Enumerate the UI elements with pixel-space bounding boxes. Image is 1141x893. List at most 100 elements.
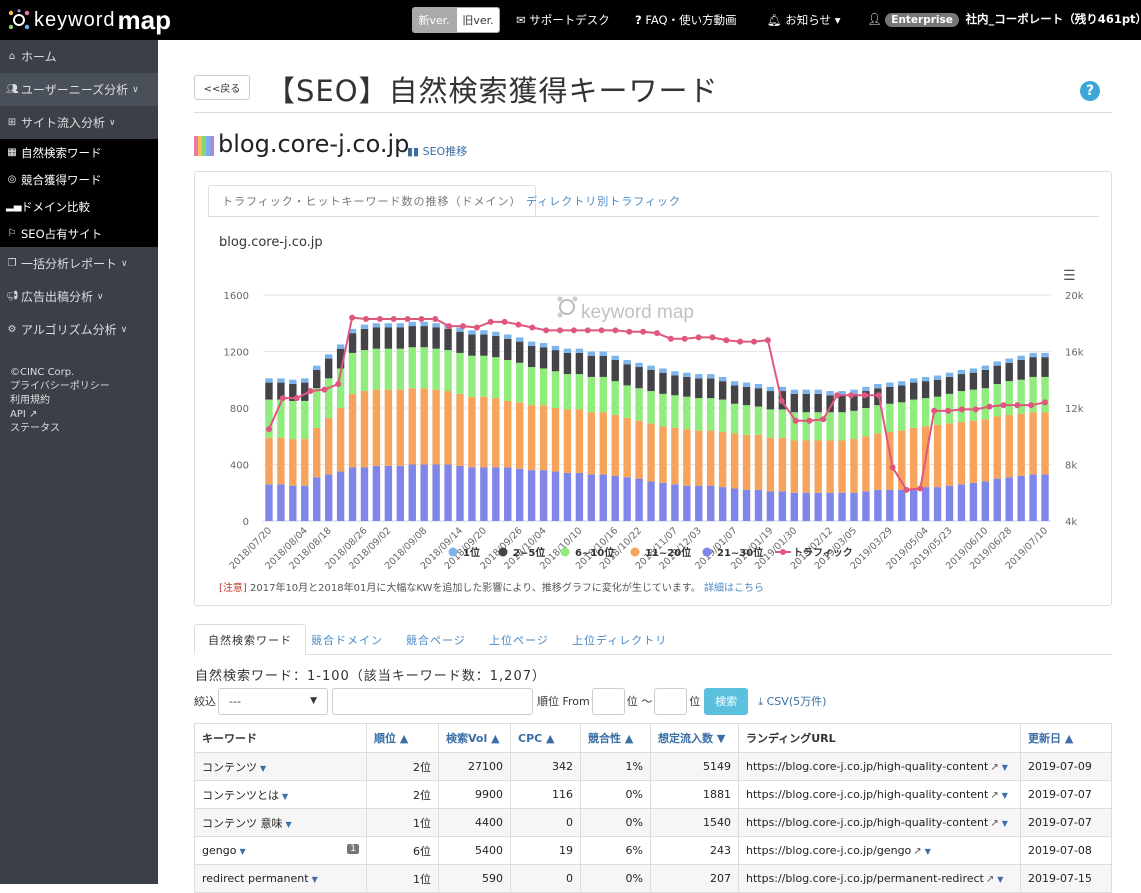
bar-segment [635, 420, 643, 479]
rank-to-input[interactable] [654, 687, 688, 715]
landing-url-cell[interactable]: https://blog.core-j.co.jp/gengo ↗ ▼ [738, 836, 1021, 865]
legend-label: 6~10位 [575, 546, 614, 559]
bar-segment [1005, 381, 1013, 416]
tab-top-pages[interactable]: 上位ページ [476, 624, 562, 655]
traffic-point [293, 395, 300, 402]
sidebar-subitem-organic-keywords[interactable]: ▦ 自然検索ワード [0, 139, 158, 166]
sidebar-subitem-competitor-keywords[interactable]: ◎ 競合獲得ワード [0, 166, 158, 193]
caret-down-icon[interactable]: ▼ [925, 847, 931, 856]
keyword-cell[interactable]: コンテンツとは ▼ [194, 780, 367, 809]
notice-dropdown[interactable]: 🔔︎ お知らせ ▾ [767, 12, 840, 28]
bar-segment [1041, 352, 1049, 358]
tab-competitor-domains[interactable]: 競合ドメイン [298, 624, 396, 655]
keyword-input[interactable] [332, 687, 533, 715]
caret-down-icon[interactable]: ▼ [1002, 819, 1008, 828]
landing-url-cell[interactable]: https://blog.core-j.co.jp/high-quality-c… [738, 752, 1021, 781]
note-detail-link[interactable]: 詳細はこちら [704, 583, 764, 594]
csv-label: CSV(5万件) [766, 695, 827, 708]
bar-segment [623, 385, 631, 418]
terms-link[interactable]: 利用規約 [10, 394, 110, 408]
bell-icon: 🔔︎ [767, 13, 782, 27]
bar-segment [742, 405, 751, 435]
caret-down-icon[interactable]: ▼ [1002, 791, 1008, 800]
sidebar-item-algorithm[interactable]: ⚙ アルゴリズム分析 ∨ [0, 313, 158, 346]
sidebar-item-label: ホーム [21, 50, 57, 64]
bar-segment [420, 388, 428, 465]
sidebar-item-ad-analysis[interactable]: 📢︎ 広告出稿分析 ∨ [0, 280, 158, 313]
keyword-cell[interactable]: コンテンツ 意味 ▼ [194, 808, 367, 837]
help-icon[interactable]: ? [1080, 81, 1100, 101]
col-date-sort[interactable]: 更新日 ▲ [1020, 723, 1112, 753]
faq-link[interactable]: ? FAQ・使い方動画 [635, 12, 737, 28]
bar-segment [874, 489, 882, 521]
api-link[interactable]: API ↗ [10, 408, 110, 422]
keywordmap-logo[interactable]: keyword map [8, 5, 171, 35]
account-dropdown[interactable]: 👤︎ Enterprise 社内_コーポレート（残り461pt） ▾ [867, 11, 1141, 27]
col-rank-sort[interactable]: 順位 ▲ [366, 723, 439, 753]
keyword-cell[interactable]: redirect permanent ▼ [194, 864, 367, 893]
col-cpc-sort[interactable]: CPC ▲ [510, 723, 581, 753]
sidebar-subitem-seo-share[interactable]: ⚐ SEO占有サイト [0, 220, 158, 247]
keyword-cell[interactable]: gengo ▼ 1 [194, 836, 367, 865]
tab-competitor-pages[interactable]: 競合ページ [393, 624, 479, 655]
caret-down-icon[interactable]: ▼ [997, 875, 1003, 884]
bar-segment [539, 368, 548, 406]
download-icon: ⤓ [758, 695, 764, 708]
caret-down-icon[interactable]: ▼ [1002, 763, 1008, 772]
col-volume-sort[interactable]: 検索Vol ▲ [438, 723, 511, 753]
bar-segment [277, 484, 285, 521]
privacy-link[interactable]: プライバシーポリシー [10, 380, 110, 394]
seo-trend-link[interactable]: ▮▮ SEO推移 [407, 143, 467, 159]
filter-select[interactable]: --- ▼ [218, 687, 328, 715]
chart-svg: keyword map 0 4k 400 8k 800 12k 1200 16k 1600 20k… [224, 291, 1084, 572]
caret-down-icon[interactable]: ▼ [282, 792, 288, 801]
col-traffic-sort[interactable]: 想定流入数 ▼ [650, 723, 739, 753]
chart-traffic-line [265, 314, 1049, 493]
bar-segment [635, 478, 643, 521]
bar-segment [575, 352, 584, 375]
tab-organic-keywords[interactable]: 自然検索ワード [194, 624, 306, 655]
caret-down-icon[interactable]: ▼ [239, 847, 245, 856]
sidebar-item-user-needs[interactable]: 👥︎ ユーザーニーズ分析 ∨ [0, 73, 158, 106]
new-version-button[interactable]: 新ver. [412, 7, 456, 33]
sidebar-item-home[interactable]: ⌂ ホーム [0, 40, 158, 73]
bar-segment [539, 343, 548, 348]
bar-segment [802, 492, 810, 521]
keyword-badge: 1 [347, 844, 359, 854]
back-button[interactable]: <<戻る [194, 75, 250, 100]
external-link-icon[interactable]: ↗ [990, 818, 998, 829]
external-link-icon[interactable]: ↗ [986, 874, 994, 885]
tab-top-directories[interactable]: 上位ディレクトリ [559, 624, 680, 655]
caret-down-icon[interactable]: ▼ [286, 820, 292, 829]
search-button[interactable]: 検索 [704, 687, 749, 715]
external-link-icon[interactable]: ↗ [990, 762, 998, 773]
csv-download-link[interactable]: ⤓ CSV(5万件) [758, 693, 826, 709]
sidebar-item-site-inflow[interactable]: ⊞ サイト流入分析 ∨ [0, 106, 158, 139]
external-link-icon[interactable]: ↗ [990, 790, 998, 801]
caret-down-icon[interactable]: ▼ [260, 764, 266, 773]
col-competition-sort[interactable]: 競合性 ▲ [580, 723, 651, 753]
traffic-point [778, 397, 785, 404]
keyword-cell[interactable]: コンテンツ ▼ [194, 752, 367, 781]
traffic-point [972, 406, 979, 413]
bar-segment [384, 389, 393, 466]
bar-segment [456, 352, 464, 394]
landing-url-cell[interactable]: https://blog.core-j.co.jp/high-quality-c… [738, 808, 1021, 837]
bar-segment [647, 365, 655, 370]
bar-segment [480, 334, 488, 356]
caret-down-icon[interactable]: ▼ [312, 875, 318, 884]
col-landing-url: ランディングURL [738, 723, 1021, 753]
landing-url-cell[interactable]: https://blog.core-j.co.jp/permanent-redi… [738, 864, 1021, 893]
bar-segment [468, 467, 476, 521]
external-link-icon[interactable]: ↗ [913, 846, 921, 857]
bar-segment [1005, 362, 1013, 382]
sidebar-item-bulk-report[interactable]: ❐ 一括分析レポート ∨ [0, 247, 158, 280]
traffic-cell: 243 [650, 836, 739, 865]
sidebar-subitem-domain-compare[interactable]: ▂▄ ドメイン比較 [0, 193, 158, 220]
landing-url-cell[interactable]: https://blog.core-j.co.jp/high-quality-c… [738, 780, 1021, 809]
support-desk-link[interactable]: ✉ サポートデスク [516, 12, 610, 28]
status-link[interactable]: ステータス [10, 422, 110, 436]
bar-segment [1017, 359, 1025, 380]
rank-from-input[interactable] [591, 687, 625, 715]
old-version-button[interactable]: 旧ver. [456, 7, 500, 33]
